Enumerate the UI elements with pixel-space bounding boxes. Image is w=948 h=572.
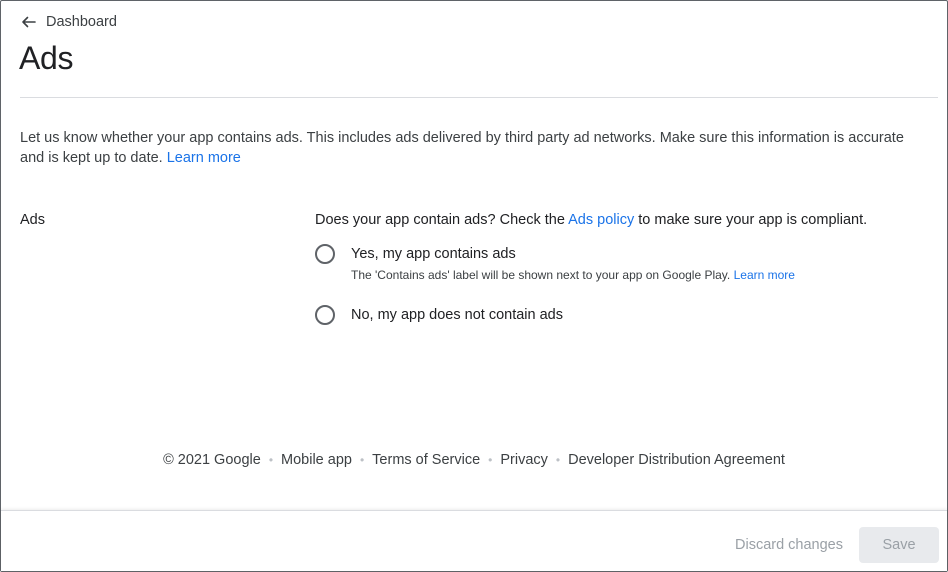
question-text-after: to make sure your app is compliant. bbox=[638, 212, 868, 228]
option-no-ads[interactable]: No, my app does not contain ads bbox=[315, 305, 563, 325]
intro-learn-more-link[interactable]: Learn more bbox=[167, 150, 241, 166]
help-learn-more-link[interactable]: Learn more bbox=[734, 268, 795, 282]
option-label-no-ads: No, my app does not contain ads bbox=[351, 307, 563, 323]
back-to-dashboard-link[interactable]: Dashboard bbox=[20, 14, 117, 30]
question-text-before: Does your app contain ads? Check the bbox=[315, 212, 565, 228]
intro-paragraph: Let us know whether your app contains ad… bbox=[20, 128, 920, 168]
footer-separator: • bbox=[268, 453, 274, 467]
back-label: Dashboard bbox=[46, 14, 117, 30]
action-bar: Discard changes Save bbox=[1, 510, 947, 571]
arrow-back-icon bbox=[22, 16, 36, 28]
footer-link-mobile-app[interactable]: Mobile app bbox=[281, 452, 352, 468]
radio-contains-ads[interactable] bbox=[315, 244, 335, 264]
footer-separator: • bbox=[555, 453, 561, 467]
footer-link-privacy[interactable]: Privacy bbox=[500, 452, 548, 468]
radio-no-ads[interactable] bbox=[315, 305, 335, 325]
help-text: The 'Contains ads' label will be shown n… bbox=[351, 268, 731, 282]
page-title: Ads bbox=[19, 40, 74, 76]
option-label-contains-ads: Yes, my app contains ads bbox=[351, 246, 516, 262]
ads-question: Does your app contain ads? Check the Ads… bbox=[315, 212, 867, 228]
footer-separator: • bbox=[359, 453, 365, 467]
footer: © 2021 Google • Mobile app • Terms of Se… bbox=[0, 452, 948, 468]
intro-text: Let us know whether your app contains ad… bbox=[20, 130, 904, 166]
footer-separator: • bbox=[488, 453, 493, 467]
ads-policy-link[interactable]: Ads policy bbox=[568, 212, 634, 228]
footer-link-terms[interactable]: Terms of Service bbox=[372, 452, 480, 468]
option-help-contains-ads: The 'Contains ads' label will be shown n… bbox=[351, 268, 795, 282]
save-button[interactable]: Save bbox=[859, 527, 939, 563]
discard-changes-button[interactable]: Discard changes bbox=[735, 537, 843, 553]
option-contains-ads[interactable]: Yes, my app contains ads The 'Contains a… bbox=[315, 244, 795, 282]
window-frame bbox=[0, 0, 948, 572]
section-label: Ads bbox=[20, 212, 45, 228]
footer-copyright: © 2021 Google bbox=[163, 452, 261, 468]
header-divider bbox=[20, 97, 938, 98]
footer-link-dda[interactable]: Developer Distribution Agreement bbox=[568, 452, 785, 468]
